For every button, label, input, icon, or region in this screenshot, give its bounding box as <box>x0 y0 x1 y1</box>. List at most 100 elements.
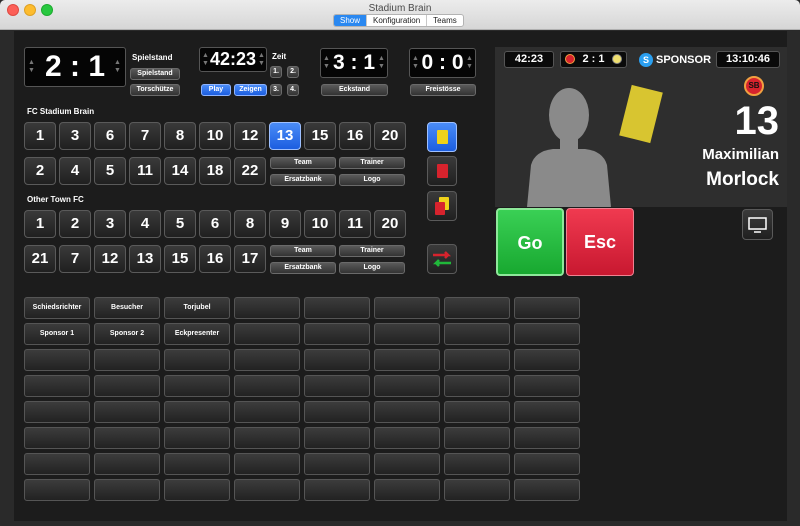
freekicks-away-stepper-icon[interactable]: ▲ ▼ <box>466 55 473 71</box>
half-1-button[interactable]: 1. <box>270 66 282 78</box>
go-button[interactable]: Go <box>496 208 564 276</box>
action-besucher-button[interactable]: Besucher <box>94 297 160 319</box>
action-empty-button[interactable] <box>514 401 580 423</box>
action-empty-button[interactable] <box>374 479 440 501</box>
action-torjubel-button[interactable]: Torjubel <box>164 297 230 319</box>
score-home-stepper-icon[interactable]: ▲ ▼ <box>28 59 35 75</box>
action-empty-button[interactable] <box>304 479 370 501</box>
action-empty-button[interactable] <box>164 401 230 423</box>
away-player-9-button[interactable]: 9 <box>269 210 301 238</box>
action-empty-button[interactable] <box>234 297 300 319</box>
home-player-18-button[interactable]: 18 <box>199 157 231 185</box>
home-trainer-button[interactable]: Trainer <box>339 157 405 169</box>
tab-show[interactable]: Show <box>334 15 368 26</box>
away-player-3-button[interactable]: 3 <box>94 210 126 238</box>
time-min-stepper-icon[interactable]: ▲ ▼ <box>202 52 209 68</box>
time-sec-stepper-icon[interactable]: ▲ ▼ <box>258 52 265 68</box>
action-empty-button[interactable] <box>444 401 510 423</box>
away-logo-button[interactable]: Logo <box>339 262 405 274</box>
action-empty-button[interactable] <box>514 297 580 319</box>
action-empty-button[interactable] <box>514 479 580 501</box>
action-empty-button[interactable] <box>24 401 90 423</box>
action-empty-button[interactable] <box>94 453 160 475</box>
away-trainer-button[interactable]: Trainer <box>339 245 405 257</box>
away-player-16-button[interactable]: 16 <box>199 245 231 273</box>
away-ersatzbank-button[interactable]: Ersatzbank <box>270 262 336 274</box>
away-player-21-button[interactable]: 21 <box>24 245 56 273</box>
home-player-11-button[interactable]: 11 <box>129 157 161 185</box>
corners-away-stepper-icon[interactable]: ▲ ▼ <box>378 55 385 71</box>
action-empty-button[interactable] <box>164 479 230 501</box>
home-player-6-button[interactable]: 6 <box>94 122 126 150</box>
freistoesse-button[interactable]: Freistösse <box>410 84 476 96</box>
action-empty-button[interactable] <box>304 323 370 345</box>
action-empty-button[interactable] <box>514 349 580 371</box>
home-player-8-button[interactable]: 8 <box>164 122 196 150</box>
away-player-6-button[interactable]: 6 <box>199 210 231 238</box>
screen-output-button[interactable] <box>742 209 773 240</box>
away-player-10-button[interactable]: 10 <box>304 210 336 238</box>
home-player-15-button[interactable]: 15 <box>304 122 336 150</box>
away-player-13-button[interactable]: 13 <box>129 245 161 273</box>
torschuetze-button[interactable]: Torschütze <box>130 84 180 96</box>
action-empty-button[interactable] <box>164 349 230 371</box>
action-empty-button[interactable] <box>514 427 580 449</box>
action-empty-button[interactable] <box>94 479 160 501</box>
away-player-7-button[interactable]: 7 <box>59 245 91 273</box>
home-player-14-button[interactable]: 14 <box>164 157 196 185</box>
home-player-13-button[interactable]: 13 <box>269 122 301 150</box>
action-empty-button[interactable] <box>374 401 440 423</box>
action-sponsor-1-button[interactable]: Sponsor 1 <box>24 323 90 345</box>
action-empty-button[interactable] <box>444 323 510 345</box>
action-empty-button[interactable] <box>24 427 90 449</box>
action-empty-button[interactable] <box>234 349 300 371</box>
action-empty-button[interactable] <box>94 401 160 423</box>
home-logo-button[interactable]: Logo <box>339 174 405 186</box>
action-empty-button[interactable] <box>234 323 300 345</box>
action-empty-button[interactable] <box>94 375 160 397</box>
action-empty-button[interactable] <box>374 453 440 475</box>
home-player-1-button[interactable]: 1 <box>24 122 56 150</box>
action-sponsor-2-button[interactable]: Sponsor 2 <box>94 323 160 345</box>
tab-teams[interactable]: Teams <box>427 15 463 26</box>
action-empty-button[interactable] <box>304 375 370 397</box>
action-empty-button[interactable] <box>304 349 370 371</box>
half-3-button[interactable]: 3. <box>270 84 282 96</box>
action-empty-button[interactable] <box>444 427 510 449</box>
action-empty-button[interactable] <box>24 479 90 501</box>
home-player-20-button[interactable]: 20 <box>374 122 406 150</box>
home-player-4-button[interactable]: 4 <box>59 157 91 185</box>
action-empty-button[interactable] <box>24 349 90 371</box>
home-player-16-button[interactable]: 16 <box>339 122 371 150</box>
yellow-card-button[interactable] <box>427 122 457 152</box>
action-empty-button[interactable] <box>94 427 160 449</box>
action-empty-button[interactable] <box>514 375 580 397</box>
substitution-button[interactable] <box>427 244 457 274</box>
away-player-4-button[interactable]: 4 <box>129 210 161 238</box>
action-empty-button[interactable] <box>444 453 510 475</box>
action-empty-button[interactable] <box>304 401 370 423</box>
action-empty-button[interactable] <box>234 479 300 501</box>
action-empty-button[interactable] <box>234 453 300 475</box>
action-empty-button[interactable] <box>514 323 580 345</box>
half-4-button[interactable]: 4. <box>287 84 299 96</box>
action-empty-button[interactable] <box>234 375 300 397</box>
home-team-button[interactable]: Team <box>270 157 336 169</box>
second-yellow-card-button[interactable] <box>427 191 457 221</box>
away-player-2-button[interactable]: 2 <box>59 210 91 238</box>
away-player-12-button[interactable]: 12 <box>94 245 126 273</box>
home-player-2-button[interactable]: 2 <box>24 157 56 185</box>
action-empty-button[interactable] <box>304 453 370 475</box>
spielstand-button[interactable]: Spielstand <box>130 68 180 80</box>
play-button[interactable]: Play <box>201 84 231 96</box>
action-empty-button[interactable] <box>24 375 90 397</box>
action-empty-button[interactable] <box>234 401 300 423</box>
action-eckpresenter-button[interactable]: Eckpresenter <box>164 323 230 345</box>
freekicks-home-stepper-icon[interactable]: ▲ ▼ <box>412 55 419 71</box>
away-player-8-button[interactable]: 8 <box>234 210 266 238</box>
half-2-button[interactable]: 2. <box>287 66 299 78</box>
home-ersatzbank-button[interactable]: Ersatzbank <box>270 174 336 186</box>
action-empty-button[interactable] <box>24 453 90 475</box>
action-empty-button[interactable] <box>444 479 510 501</box>
esc-button[interactable]: Esc <box>566 208 634 276</box>
